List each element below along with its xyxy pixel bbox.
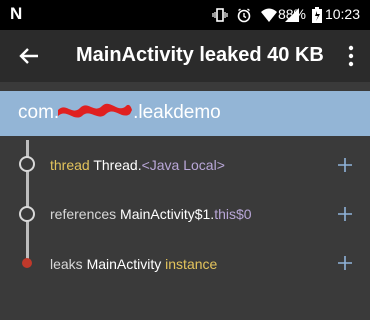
- trace-node: [19, 206, 35, 222]
- leak-node: [22, 258, 32, 268]
- trace-class: Thread.: [93, 157, 142, 173]
- redaction-mark: [56, 96, 134, 122]
- trace-row[interactable]: references MainActivity$1.this$0: [50, 206, 252, 222]
- wifi-icon: [260, 7, 277, 23]
- vibrate-icon: [212, 7, 228, 23]
- expand-button[interactable]: [338, 256, 352, 270]
- expand-button[interactable]: [338, 158, 352, 172]
- clock: 10:23: [324, 6, 360, 22]
- back-button[interactable]: [16, 43, 42, 69]
- expand-button[interactable]: [338, 207, 352, 221]
- trace-row[interactable]: thread Thread.<Java Local>: [50, 157, 225, 173]
- overflow-menu-button[interactable]: [346, 44, 356, 68]
- more-vert-icon: [348, 45, 354, 67]
- plus-icon: [338, 158, 352, 172]
- page-title: MainActivity leaked 40 KB: [76, 44, 324, 66]
- back-arrow-icon: [19, 48, 38, 64]
- app-toolbar: MainActivity leaked 40 KB: [0, 30, 370, 82]
- status-bar: N 88% 10:23: [0, 0, 370, 30]
- trace-class: MainActivity: [86, 256, 162, 272]
- plus-icon: [338, 207, 352, 221]
- trace-keyword: thread: [50, 157, 90, 173]
- alarm-icon: [236, 7, 252, 23]
- trace-class: MainActivity$1.: [120, 206, 215, 222]
- battery-percent: 88%: [277, 6, 306, 22]
- trace-row[interactable]: leaks MainActivity instance: [50, 256, 217, 272]
- trace-keyword: references: [50, 206, 117, 222]
- trace-detail: instance: [165, 256, 218, 272]
- notification-n-icon: N: [10, 4, 23, 23]
- battery-icon: [312, 7, 322, 23]
- trace-node: [19, 156, 35, 172]
- trace-detail: <Java Local>: [141, 157, 225, 173]
- list-bottom: [0, 290, 370, 320]
- plus-icon: [338, 256, 352, 270]
- trace-keyword: leaks: [50, 256, 83, 272]
- trace-detail: this$0: [214, 206, 252, 222]
